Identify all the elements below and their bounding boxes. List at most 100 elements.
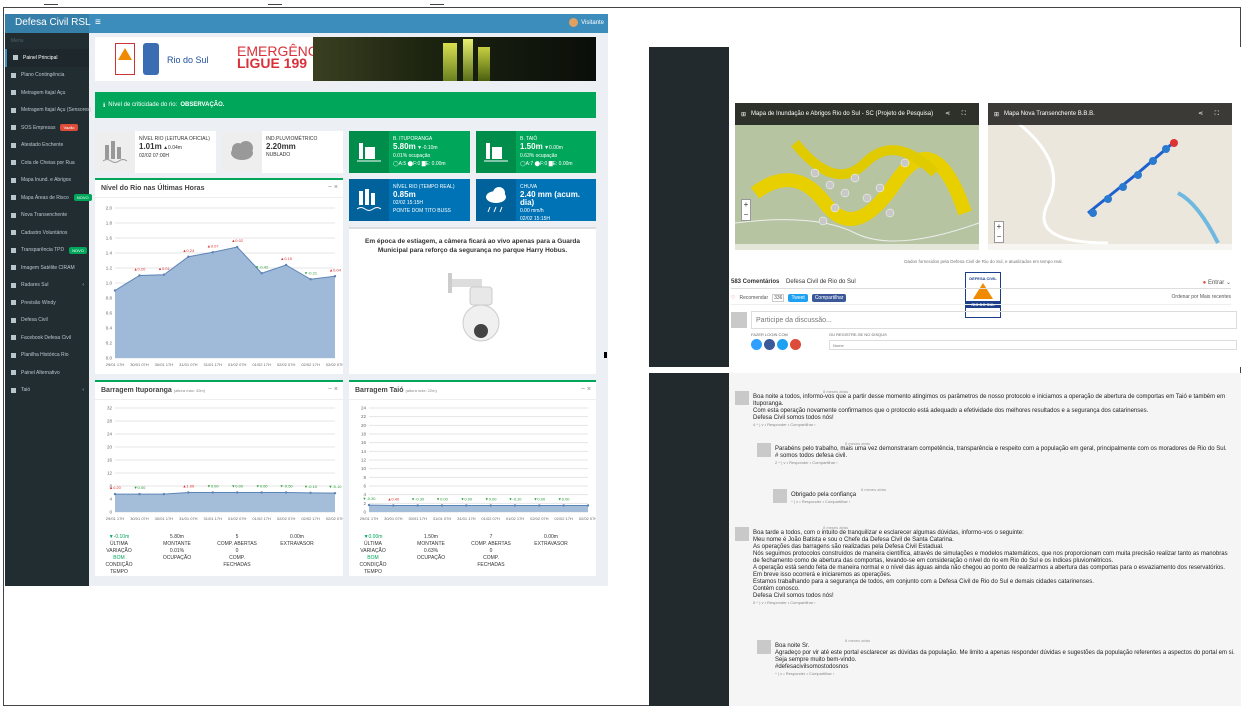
comment-actions[interactable]: ^ | v • Responder • Compartilhar › (791, 499, 1231, 504)
site-tab[interactable]: Defesa Civil de Rio do Sul (786, 279, 856, 285)
zoom-controls[interactable]: + − (994, 221, 1004, 243)
comment: 8 meses atrás Boa tarde a todos, com o in… (753, 525, 1233, 605)
comment-text: Obrigado pela confiança (791, 492, 857, 498)
data-point (465, 504, 468, 507)
security-camera-icon (448, 273, 500, 342)
share-button[interactable]: Compartilhar (811, 294, 847, 302)
twitter-icon[interactable] (777, 339, 788, 350)
sidebar-item[interactable]: Nova Transenchente (5, 207, 89, 225)
comment-text: Boa tarde a todos, com o intuito de tran… (753, 530, 1024, 536)
sidebar-item[interactable]: Defesa Civil (5, 312, 89, 330)
google-icon[interactable] (790, 339, 801, 350)
share-fullscreen-icons[interactable]: ⋖ ⛶ (1198, 110, 1224, 118)
data-label: ▼-0.30 (411, 497, 425, 502)
comment-actions[interactable]: 4 ^ | v • Responder • Compartilhar › (753, 422, 1233, 427)
sidebar-item[interactable]: Radares Sul ‹ (5, 277, 89, 295)
sidebar-item[interactable]: Mapa Áreas de Risco NOVO (5, 189, 92, 207)
sidebar-item[interactable]: Previsão Windy (5, 294, 89, 312)
x-tick-label: 02/02 07H (326, 362, 343, 367)
pluviometric-box: IND.PLUVIOMÉTRICO 2.20mm NUBLADO (222, 131, 343, 173)
sidebar-item[interactable]: Transparência TPD NOVO (5, 242, 89, 260)
flood-map[interactable]: ⊞ Mapa de Inundação e Abrigos Rio do Sul … (735, 103, 979, 250)
y-tick-label: 32 (107, 406, 113, 411)
panel-tools[interactable]: − × (328, 386, 338, 393)
name-input[interactable]: Nome (829, 340, 1237, 350)
sidebar-item-label: Metragem Itajaí Açu (21, 89, 66, 96)
hamburger-icon[interactable]: ≡ (95, 17, 101, 28)
sidebar-item[interactable]: SOS Empresas Vazão (5, 119, 89, 137)
sidebar-item[interactable]: Mapa Inund. e Abrigos (5, 172, 89, 190)
avatar[interactable] (773, 489, 787, 503)
comment-actions[interactable]: ^ | v • Responder • Compartilhar › (775, 671, 1235, 676)
sidebar-item[interactable]: Taió ‹ (5, 382, 89, 400)
data-point (333, 275, 337, 278)
sidebar-item[interactable]: Painel Principal (5, 49, 89, 67)
map-icon: ⊞ (994, 111, 1000, 118)
comment-count[interactable]: 583 Comentários (731, 279, 779, 285)
tweet-button[interactable]: Tweet (788, 294, 808, 302)
sidebar-item-label: Atestado Enchente (21, 142, 64, 149)
disqus-icon[interactable] (751, 339, 762, 350)
y-tick-label: 1.0 (106, 281, 113, 286)
dam-icon (476, 131, 516, 173)
user-menu[interactable]: Visitante (569, 18, 604, 27)
sidebar-item[interactable]: Metragem Itajaí Açu (5, 84, 89, 102)
rain-box: CHUVA 2.40 mm (acum. dia) 0.00 mm/h 02/02 1… (476, 179, 596, 222)
avatar[interactable] (757, 640, 771, 654)
panel-tools[interactable]: − × (328, 184, 338, 191)
sidebar-item[interactable]: Metragem Itajaí Açu (Sensores) (5, 102, 91, 120)
data-label: ▼0.00 (485, 497, 498, 502)
stat-value: 0.00m (544, 534, 558, 540)
sidebar-item[interactable]: Plano Contingência (5, 67, 89, 85)
data-point (236, 245, 239, 249)
avatar[interactable] (735, 391, 749, 405)
sidebar-item[interactable]: Painel Alternativo (5, 364, 89, 382)
sidebar-item[interactable]: Imagem Satélite CIRAM (5, 259, 89, 277)
map-title[interactable]: Mapa Nova Transenchente B.B.B. (1004, 111, 1095, 117)
comment-actions[interactable]: 5 ^ | v • Responder • Compartilhar › (753, 600, 1233, 605)
water-level-icon (95, 131, 135, 173)
data-point (138, 274, 141, 277)
comment-actions[interactable]: 2 ^ | v • Responder • Compartilhar › (775, 460, 1235, 465)
brand-logo[interactable]: Defesa Civil RSL (5, 14, 91, 33)
facebook-icon[interactable] (764, 339, 775, 350)
nivel-rio-box: NÍVEL RIO (LEITURA OFICIAL) 1.01m ▲0.04m 0… (95, 131, 216, 173)
criticality-alert: ℹ Nível de criticidade do rio: OBSERVAÇÃO. (95, 92, 596, 118)
sort-dropdown[interactable]: Ordenar por Mais recentes (1172, 294, 1231, 300)
map-tiles (735, 103, 979, 250)
sidebar-item[interactable]: Atestado Enchente (5, 137, 89, 155)
map-title[interactable]: Mapa de Inundação e Abrigos Rio do Sul -… (751, 111, 933, 117)
sidebar-item[interactable]: Cadastro Voluntários (5, 224, 89, 242)
data-point (586, 504, 590, 507)
box-gates: ◯A:5 ⬤F:0 ▇E: 0.00m (393, 161, 446, 167)
box-delta: ▲0.04m (163, 145, 182, 151)
avatar[interactable] (735, 527, 749, 541)
y-tick-label: 2 (363, 501, 366, 506)
avatar[interactable] (757, 443, 771, 457)
comment-text: Estamos trabalhando para a segurança de … (753, 579, 1094, 585)
sidebar-header: Menu (11, 38, 24, 44)
zoom-controls[interactable]: + − (741, 199, 751, 221)
x-tick-label: 02/02 07H (277, 362, 296, 367)
data-label: ▼0.00 (256, 484, 269, 489)
data-label: ▲0.24 (182, 248, 195, 253)
transenchente-map[interactable]: ⊞ Mapa Nova Transenchente B.B.B. ⋖ ⛶ + − (988, 103, 1232, 250)
dam-stat: ▼0.00m ÚLTIMA VARIAÇÃO BOM CONDIÇÃO TEMPO (351, 534, 395, 576)
login-button[interactable]: ● Entrar ⌄ (1203, 279, 1231, 286)
comment-text: Contém conosco. (753, 586, 800, 592)
taio-dam-panel: Barragem Taió (altura máx: 22m) − × 0 24 6… (349, 380, 596, 576)
panel-tools[interactable]: − × (581, 386, 591, 393)
panel-title: Nível do Rio nas Últimas Horas (101, 185, 205, 192)
sidebar-item[interactable]: Planilha Histórica Rio (5, 347, 89, 365)
stat-label: ÚLTIMA VARIAÇÃO (360, 541, 386, 554)
recommend-button[interactable]: Recomendar (739, 295, 768, 301)
dark-sidebar-panel (649, 373, 729, 706)
data-label: ▲0.01 (158, 266, 171, 271)
y-tick-label: 0.0 (106, 356, 113, 361)
taio-chart: 024681012141618202224▼-0.3029/01 17H▲0.4… (360, 406, 596, 522)
comment-input[interactable]: Participe da discussão... (751, 311, 1237, 329)
x-tick-label: 02/02 17H (301, 516, 320, 521)
share-fullscreen-icons[interactable]: ⋖ ⛶ (945, 110, 971, 118)
sidebar-item[interactable]: Facebook Defesa Civil (5, 329, 89, 347)
sidebar-item[interactable]: Cota de Cheias por Rua (5, 154, 89, 172)
